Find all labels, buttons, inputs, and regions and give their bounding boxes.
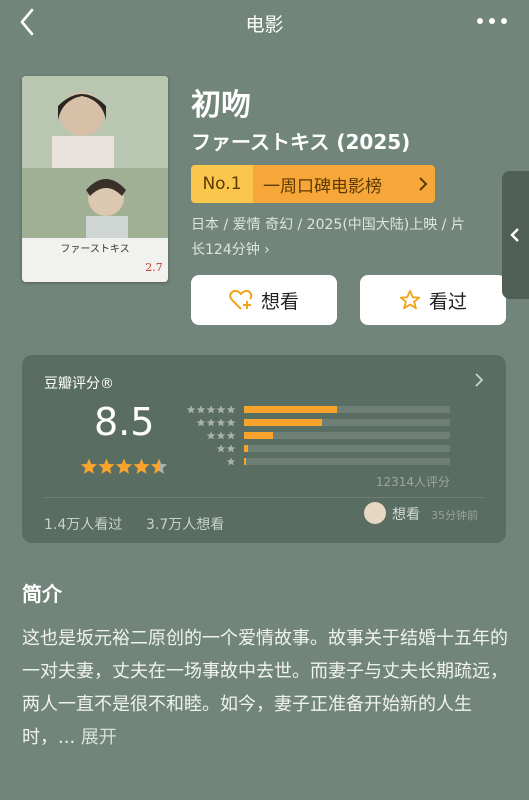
star-outline-icon	[399, 289, 421, 310]
chevron-right-icon	[475, 373, 484, 387]
want-to-watch-button[interactable]: 想看	[191, 275, 337, 325]
want-count: 3.7万人想看	[146, 517, 225, 533]
ranking-number: No.1	[191, 165, 253, 203]
want-label: 想看	[260, 290, 299, 313]
distribution-bar-fill	[244, 432, 273, 439]
more-options-icon[interactable]	[475, 10, 509, 32]
distribution-bar	[244, 419, 450, 426]
friend-action: 想看	[392, 507, 420, 523]
rating-distribution-row	[186, 444, 464, 453]
distribution-bar-fill	[244, 445, 249, 452]
side-panel-tab[interactable]	[502, 171, 529, 299]
rating-count: 12314人评分	[375, 475, 450, 489]
page-title: 电影	[245, 14, 284, 36]
poster-date-text: 2.7	[145, 261, 163, 274]
distribution-bar-fill	[244, 406, 337, 413]
ranking-badge[interactable]: No.1 一周口碑电影榜	[191, 165, 435, 203]
distribution-bar	[244, 406, 450, 413]
distribution-bar	[244, 432, 450, 439]
original-title: ファーストキス (2025)	[191, 130, 411, 154]
rating-stars	[80, 458, 168, 474]
rating-distribution-row	[186, 405, 464, 414]
star-icon	[98, 458, 115, 474]
heart-plus-icon	[229, 289, 253, 310]
divider	[44, 497, 484, 498]
small-stars-icon	[206, 431, 236, 440]
friend-time: 35分钟前	[431, 509, 478, 522]
chevron-left-icon	[510, 228, 519, 242]
chevron-right-icon	[411, 165, 435, 203]
distribution-bar	[244, 445, 450, 452]
distribution-bar-fill	[244, 419, 323, 426]
small-stars-icon	[186, 405, 236, 414]
expand-link[interactable]: 展开	[81, 727, 117, 748]
small-stars-icon	[216, 444, 236, 453]
star-icon	[133, 458, 150, 474]
star-icon	[115, 458, 133, 474]
distribution-bar-fill	[244, 458, 247, 465]
top-bar: 电影	[0, 0, 529, 44]
distribution-bar	[244, 458, 450, 465]
avatar	[364, 502, 386, 524]
watched-count: 1.4万人看过	[44, 517, 123, 533]
movie-meta[interactable]: 日本 / 爱情 奇幻 / 2025(中国大陆)上映 / 片 长124分钟 ›	[191, 213, 509, 263]
rating-card[interactable]: 豆瓣评分® 8.5 12314人评分 1.4万人看过 3.7万人想看 想看 35…	[22, 355, 506, 543]
rating-title: 豆瓣评分®	[44, 376, 114, 392]
meta-line-1: 日本 / 爱情 奇幻 / 2025(中国大陆)上映 / 片	[191, 217, 465, 233]
rating-distribution-row	[186, 418, 464, 427]
meta-line-2: 长124分钟 ›	[191, 242, 270, 258]
star-icon	[150, 458, 168, 474]
have-watched-button[interactable]: 看过	[360, 275, 506, 325]
star-icon	[80, 458, 98, 474]
rating-distribution-row	[186, 457, 464, 466]
rating-score: 8.5	[94, 400, 155, 444]
intro-heading: 简介	[22, 582, 62, 606]
seen-label: 看过	[428, 290, 467, 313]
movie-title: 初吻	[191, 88, 251, 123]
small-stars-icon	[226, 457, 236, 466]
rating-distribution-row	[186, 431, 464, 440]
movie-poster[interactable]: ファーストキス 2.7	[22, 76, 168, 282]
poster-title-text: ファーストキス	[60, 244, 129, 255]
intro-text: 这也是坂元裕二原创的一个爱情故事。故事关于结婚十五年的一对夫妻，丈夫在一场事故中…	[22, 622, 512, 754]
small-stars-icon	[196, 418, 236, 427]
ranking-name: 一周口碑电影榜	[253, 165, 411, 203]
